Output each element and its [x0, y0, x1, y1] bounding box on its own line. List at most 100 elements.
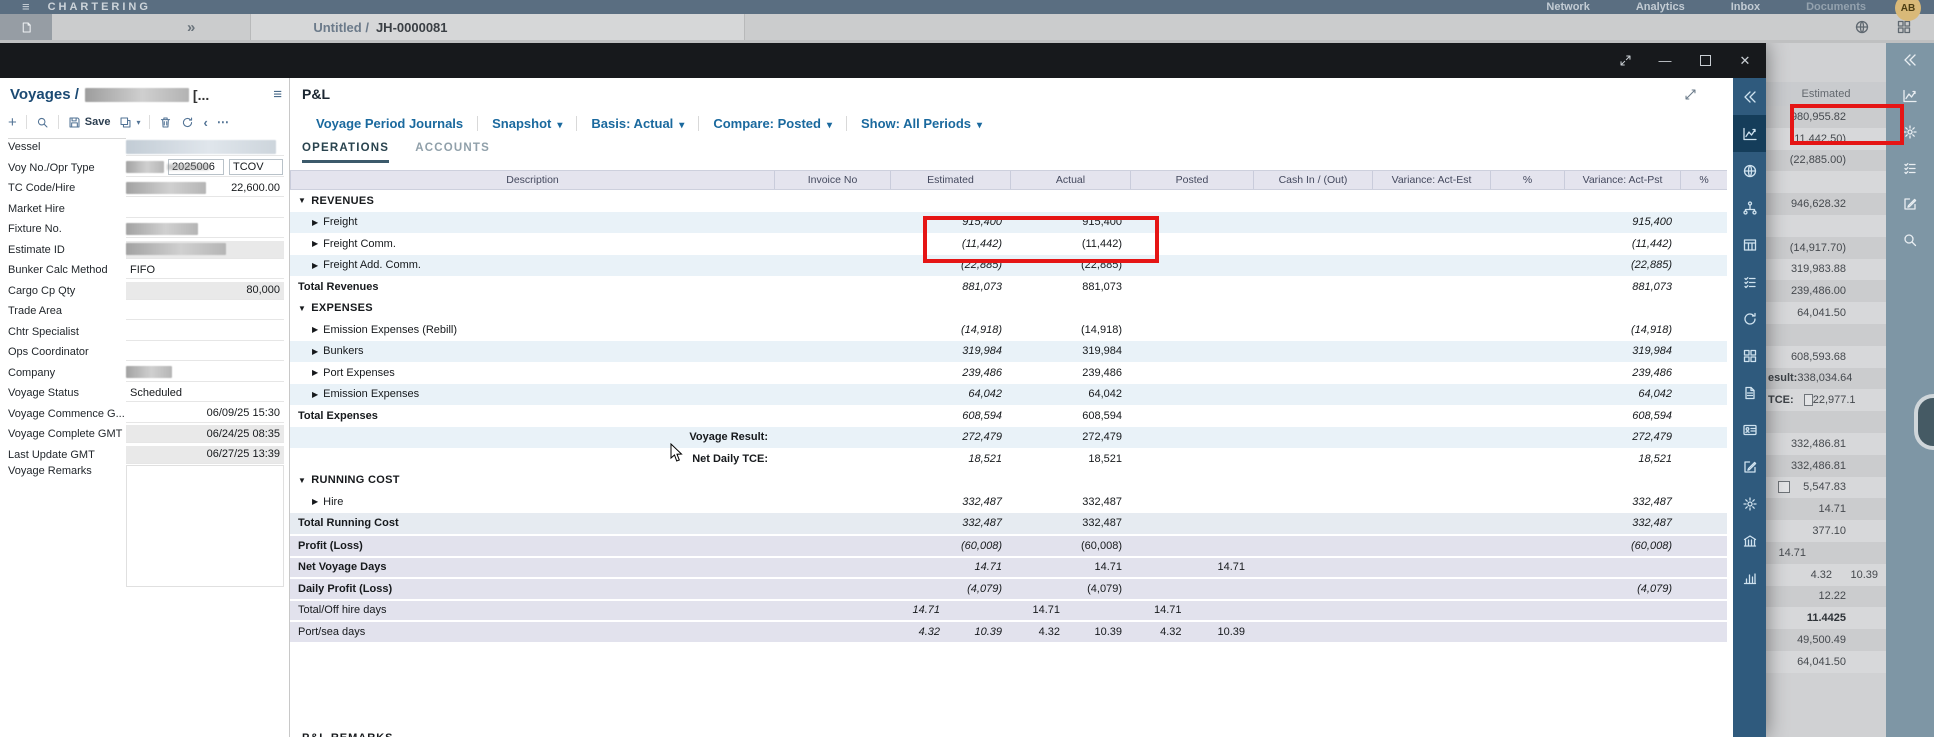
top-nav-item[interactable]: Inbox — [1731, 0, 1760, 14]
pnl-table-row[interactable]: Port/sea days 4.32 10.39 4.32 10.39 4.32 10… — [290, 620, 1727, 642]
column-header[interactable]: % — [1490, 171, 1564, 189]
column-header[interactable]: Cash In / (Out) — [1253, 171, 1372, 189]
pnl-tab[interactable]: OPERATIONS — [302, 142, 390, 163]
pnl-table-row[interactable]: Net Voyage Days 14.71 14.71 14.71 — [290, 555, 1727, 577]
pnl-table-row[interactable]: Total Revenues 881,073 881,073 881,073 — [290, 276, 1727, 298]
pnl-table-row[interactable]: Freight 915,400 915,400 915,400 — [290, 211, 1727, 233]
row-expander-icon[interactable] — [298, 476, 306, 485]
line-chart-icon[interactable] — [1902, 88, 1918, 104]
save-button[interactable]: Save — [68, 116, 110, 129]
pnl-table-row[interactable]: EXPENSES — [290, 297, 1727, 319]
row-expander-icon[interactable] — [298, 196, 306, 205]
row-expander-icon[interactable] — [312, 261, 318, 270]
grid-icon[interactable] — [1896, 19, 1912, 35]
pnl-table-row[interactable]: REVENUES — [290, 190, 1727, 212]
pnl-menu-item[interactable]: Voyage Period Journals — [302, 116, 477, 131]
pnl-table-row[interactable]: Freight Add. Comm. (22,885) (22,885) (22… — [290, 254, 1727, 276]
pnl-table-row[interactable]: Hire 332,487 332,487 332,487 — [290, 491, 1727, 513]
compose-icon[interactable] — [1733, 448, 1766, 485]
search-icon[interactable] — [36, 116, 49, 129]
field-input[interactable] — [126, 343, 284, 362]
row-expander-icon[interactable] — [312, 239, 318, 248]
column-header[interactable]: Description — [290, 171, 774, 189]
field-input[interactable] — [126, 138, 284, 157]
row-expander-icon[interactable] — [298, 304, 306, 313]
pnl-table-row[interactable]: Total/Off hire days 14.71 14.71 14.71 — [290, 598, 1727, 620]
pnl-table-row[interactable]: Bunkers 319,984 319,984 319,984 — [290, 340, 1727, 362]
field-input[interactable] — [126, 302, 284, 321]
panel-menu-icon[interactable]: ≡ — [273, 86, 282, 103]
pnl-menu-item[interactable]: Snapshot — [477, 115, 576, 131]
pnl-table-row[interactable]: Daily Profit (Loss) (4,079) (4,079) (4,0… — [290, 577, 1727, 599]
back-button[interactable]: ‹ — [203, 115, 207, 130]
id-card-icon[interactable] — [1733, 411, 1766, 448]
column-header[interactable]: Actual — [1010, 171, 1130, 189]
add-button[interactable]: + — [8, 114, 17, 131]
pnl-menu-item[interactable]: Compare: Posted — [698, 115, 846, 131]
field-input[interactable]: 06/24/25 08:35 — [126, 425, 284, 444]
row-expander-icon[interactable] — [312, 325, 318, 334]
bank-icon[interactable] — [1733, 522, 1766, 559]
breadcrumb-tab[interactable]: Untitled / JH-0000081 — [250, 14, 746, 40]
pnl-table-row[interactable]: Emission Expenses (Rebill) (14,918) (14,… — [290, 319, 1727, 341]
checklist-icon[interactable] — [1902, 160, 1918, 176]
column-header[interactable]: Variance: Act-Est — [1372, 171, 1490, 189]
field-input[interactable] — [126, 220, 284, 239]
top-nav-item[interactable]: Analytics — [1636, 0, 1685, 14]
pnl-table-row[interactable]: Total Expenses 608,594 608,594 608,594 — [290, 405, 1727, 427]
row-expander-icon[interactable] — [312, 497, 318, 506]
close-icon[interactable]: ✕ — [1737, 53, 1753, 69]
gear-icon[interactable] — [1733, 485, 1766, 522]
field-input[interactable]: 2025006 TCOV — [126, 158, 284, 177]
field-input[interactable] — [126, 322, 284, 341]
column-header[interactable]: % — [1680, 171, 1727, 189]
column-header[interactable]: Estimated — [890, 171, 1010, 189]
row-expander-icon[interactable] — [312, 390, 318, 399]
top-nav-item[interactable]: Documents — [1806, 0, 1866, 14]
pinned-tab[interactable] — [0, 14, 52, 40]
column-header[interactable]: Posted — [1130, 171, 1253, 189]
pnl-table-row[interactable]: Freight Comm. (11,442) (11,442) (11,442) — [290, 233, 1727, 255]
field-input[interactable]: 22,600.00 — [126, 179, 284, 198]
field-input[interactable] — [126, 240, 284, 259]
row-expander-icon[interactable] — [312, 368, 318, 377]
table-icon[interactable] — [1733, 226, 1766, 263]
column-header[interactable]: Invoice No — [774, 171, 890, 189]
popout-icon[interactable] — [1617, 53, 1633, 69]
more-button[interactable]: ⋯ — [217, 115, 230, 129]
compose-icon[interactable] — [1902, 196, 1918, 212]
field-input[interactable] — [126, 465, 284, 587]
search-icon[interactable] — [1902, 232, 1918, 248]
row-expander-icon[interactable] — [312, 347, 318, 356]
document-icon[interactable] — [1733, 374, 1766, 411]
line-chart-icon[interactable] — [1733, 115, 1766, 152]
globe-icon[interactable] — [1733, 152, 1766, 189]
field-input[interactable]: Scheduled — [126, 384, 284, 403]
pnl-tab[interactable]: ACCOUNTS — [415, 142, 490, 163]
field-input[interactable]: 06/09/25 15:30 — [126, 404, 284, 423]
hierarchy-icon[interactable] — [1733, 189, 1766, 226]
pnl-menu-item[interactable]: Basis: Actual — [576, 115, 698, 131]
expand-diagonal-icon[interactable] — [1684, 88, 1697, 101]
field-input[interactable]: 06/27/25 13:39 — [126, 445, 284, 464]
chevrons-right-icon[interactable]: » — [187, 19, 195, 36]
pnl-menu-item[interactable]: Show: All Periods — [846, 115, 996, 131]
pnl-table-row[interactable]: Port Expenses 239,486 239,486 239,486 — [290, 362, 1727, 384]
checklist-icon[interactable] — [1733, 263, 1766, 300]
pnl-table-row[interactable]: Net Daily TCE: 18,521 18,521 18,521 — [290, 448, 1727, 470]
field-input[interactable]: FIFO — [126, 261, 284, 280]
pnl-table-row[interactable]: Profit (Loss) (60,008) (60,008) (60,008) — [290, 534, 1727, 556]
field-input[interactable] — [126, 199, 284, 218]
column-chart-icon[interactable] — [1733, 559, 1766, 596]
grid-icon[interactable] — [1733, 337, 1766, 374]
field-input[interactable]: 80,000 — [126, 281, 284, 300]
globe-icon[interactable] — [1854, 19, 1870, 35]
field-input[interactable] — [126, 363, 284, 382]
copy-menu-button[interactable]: ▾ — [119, 116, 140, 129]
pnl-table-row[interactable]: RUNNING COST — [290, 469, 1727, 491]
top-nav-item[interactable]: Network — [1546, 0, 1589, 14]
gear-icon[interactable] — [1902, 124, 1918, 140]
floating-handle[interactable] — [1918, 398, 1934, 446]
minimize-icon[interactable]: — — [1657, 53, 1673, 69]
collapse-left-icon[interactable] — [1733, 78, 1766, 115]
